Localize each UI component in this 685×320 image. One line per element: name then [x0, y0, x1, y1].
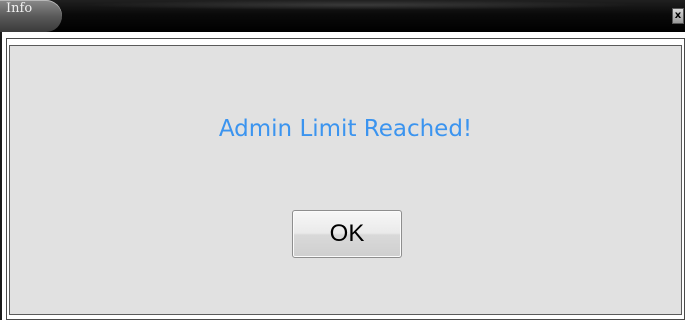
info-window: Info x Admin Limit Reached! OK: [0, 0, 685, 320]
title-bar[interactable]: Info x: [0, 0, 685, 32]
window-title: Info: [6, 1, 33, 16]
window-left-edge: [0, 32, 2, 320]
ok-button[interactable]: OK: [292, 210, 402, 258]
title-bar-glow: [80, 0, 640, 10]
close-button[interactable]: x: [672, 8, 684, 24]
dialog-message: Admin Limit Reached!: [218, 116, 473, 142]
title-tab: Info: [0, 0, 62, 32]
dialog-panel: Admin Limit Reached! OK: [9, 45, 682, 315]
close-icon: x: [674, 10, 682, 21]
